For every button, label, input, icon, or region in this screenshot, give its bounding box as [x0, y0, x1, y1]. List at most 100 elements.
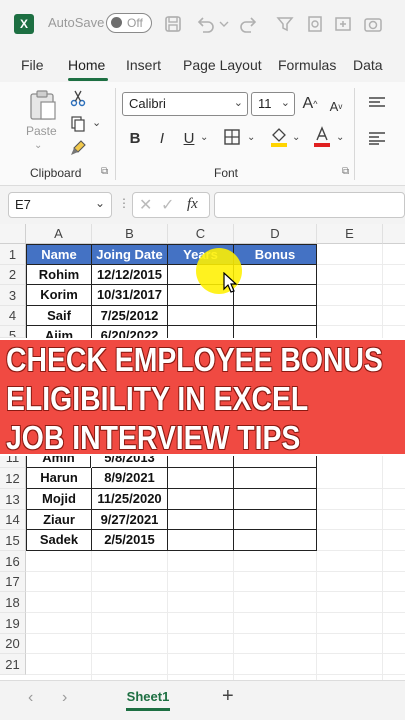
decrease-font-size-button[interactable]: Av — [326, 94, 346, 118]
font-family-select[interactable]: Calibri ⌄ — [122, 92, 248, 116]
font-color-dropdown-icon[interactable]: ⌄ — [336, 132, 344, 143]
tab-page-layout[interactable]: Page Layout — [183, 57, 262, 73]
fill-color-dropdown-icon[interactable]: ⌄ — [292, 132, 300, 143]
cell-bonus[interactable] — [234, 456, 317, 468]
table-header-bonus[interactable]: Bonus — [234, 245, 317, 265]
cell-joining-date[interactable]: 8/9/2021 — [92, 468, 168, 489]
undo-dropdown-icon[interactable] — [218, 13, 230, 35]
cell-name[interactable]: Rohim — [27, 265, 92, 285]
cell-joining-date[interactable]: 12/12/2015 — [92, 265, 168, 285]
cell-joining-date[interactable]: 11/25/2020 — [92, 489, 168, 510]
row-header[interactable]: 11 — [0, 456, 26, 468]
underline-button[interactable]: U — [180, 128, 198, 148]
row-header[interactable]: 17 — [0, 572, 26, 592]
more-options-icon[interactable]: ⋮ — [118, 196, 130, 210]
row-header[interactable]: 4 — [0, 306, 26, 326]
row-header[interactable]: 13 — [0, 489, 26, 510]
enter-check-icon[interactable]: ✓ — [161, 195, 174, 215]
autosave-toggle[interactable]: Off — [106, 13, 152, 33]
align-left-icon[interactable] — [367, 130, 387, 146]
column-header-a[interactable]: A — [26, 224, 92, 244]
insert-function-icon[interactable]: fx — [187, 196, 198, 213]
row-header[interactable]: 2 — [0, 265, 26, 285]
cell-years[interactable] — [168, 530, 234, 551]
cell-joining-date[interactable]: 2/5/2015 — [92, 530, 168, 551]
cell-name[interactable]: Korim — [27, 285, 92, 306]
cell-bonus[interactable] — [234, 468, 317, 489]
cell-bonus[interactable] — [234, 265, 317, 285]
formula-input[interactable] — [214, 192, 405, 218]
copy-icon[interactable] — [68, 114, 88, 134]
row-header[interactable]: 16 — [0, 551, 26, 572]
row-header[interactable]: 14 — [0, 510, 26, 530]
cell-joining-date[interactable]: 5/8/2013 — [92, 456, 168, 468]
cut-icon[interactable] — [68, 88, 88, 108]
add-sheet-button[interactable]: + — [222, 685, 234, 708]
row-header[interactable]: 1 — [0, 244, 26, 265]
cell-name[interactable]: Saif — [27, 306, 92, 326]
tab-insert[interactable]: Insert — [126, 57, 161, 73]
row-header[interactable]: 20 — [0, 634, 26, 654]
paste-label[interactable]: Paste — [26, 124, 57, 138]
font-launcher-icon[interactable]: ⧉ — [342, 166, 349, 177]
cell-name[interactable]: Mojid — [27, 489, 92, 510]
undo-icon[interactable] — [194, 13, 216, 35]
borders-icon[interactable] — [222, 127, 242, 147]
cell-joining-date[interactable]: 9/27/2021 — [92, 510, 168, 530]
fill-color-icon[interactable] — [268, 126, 290, 148]
cell-name[interactable]: Sadek — [27, 530, 92, 551]
clipboard-launcher-icon[interactable]: ⧉ — [101, 166, 108, 177]
name-box[interactable]: E7 ⌄ — [8, 192, 112, 218]
increase-font-size-button[interactable]: A ^ — [300, 92, 320, 116]
copy-dropdown-icon[interactable]: ⌄ — [92, 116, 101, 129]
cell-name[interactable]: Ziaur — [27, 510, 92, 530]
tab-file[interactable]: File — [21, 57, 44, 73]
row-header[interactable]: 3 — [0, 285, 26, 306]
row-header[interactable]: 19 — [0, 613, 26, 634]
font-size-select[interactable]: 11 ⌄ — [251, 92, 295, 116]
cell-bonus[interactable] — [234, 489, 317, 510]
column-header-f[interactable] — [383, 224, 405, 244]
cell-joining-date[interactable]: 7/25/2012 — [92, 306, 168, 326]
row-header[interactable]: 15 — [0, 530, 26, 551]
print-preview-icon[interactable] — [304, 13, 326, 35]
cell-bonus[interactable] — [234, 306, 317, 326]
row-header[interactable]: 12 — [0, 468, 26, 489]
cancel-icon[interactable]: ✕ — [139, 195, 152, 215]
cell-years[interactable] — [168, 306, 234, 326]
cell-name[interactable]: Harun — [27, 468, 92, 489]
scroll-left-icon[interactable]: ‹ — [28, 689, 33, 707]
italic-button[interactable]: I — [153, 128, 171, 148]
scroll-right-icon[interactable]: › — [62, 689, 67, 707]
format-painter-icon[interactable] — [68, 138, 88, 158]
cell-years[interactable] — [168, 489, 234, 510]
table-header-name[interactable]: Name — [27, 245, 92, 265]
cell-name[interactable]: Ajim — [27, 326, 92, 338]
table-header-joining-date[interactable]: Joing Date — [92, 245, 168, 265]
select-all-corner[interactable] — [0, 224, 26, 244]
column-header-e[interactable]: E — [317, 224, 383, 244]
font-color-icon[interactable] — [312, 126, 332, 148]
cell-bonus[interactable] — [234, 326, 317, 338]
column-header-c[interactable]: C — [168, 224, 234, 244]
cell-bonus[interactable] — [234, 510, 317, 530]
paste-icon[interactable] — [26, 88, 60, 122]
cell-years[interactable] — [168, 456, 234, 468]
underline-dropdown-icon[interactable]: ⌄ — [200, 132, 208, 143]
cell-joining-date[interactable]: 10/31/2017 — [92, 285, 168, 306]
cell-years[interactable] — [168, 468, 234, 489]
align-top-icon[interactable] — [367, 94, 387, 110]
cell-years[interactable] — [168, 510, 234, 530]
bold-button[interactable]: B — [126, 128, 144, 148]
cell-bonus[interactable] — [234, 530, 317, 551]
cell-years[interactable] — [168, 326, 234, 338]
row-header[interactable]: 5 — [0, 326, 26, 338]
camera-icon[interactable] — [362, 13, 384, 35]
tab-data[interactable]: Data — [353, 57, 383, 73]
redo-icon[interactable] — [238, 13, 260, 35]
tab-home[interactable]: Home — [68, 57, 105, 73]
tab-formulas[interactable]: Formulas — [278, 57, 336, 73]
cell-name[interactable]: Amin — [26, 456, 91, 468]
row-header[interactable]: 18 — [0, 592, 26, 613]
add-table-icon[interactable] — [332, 13, 354, 35]
